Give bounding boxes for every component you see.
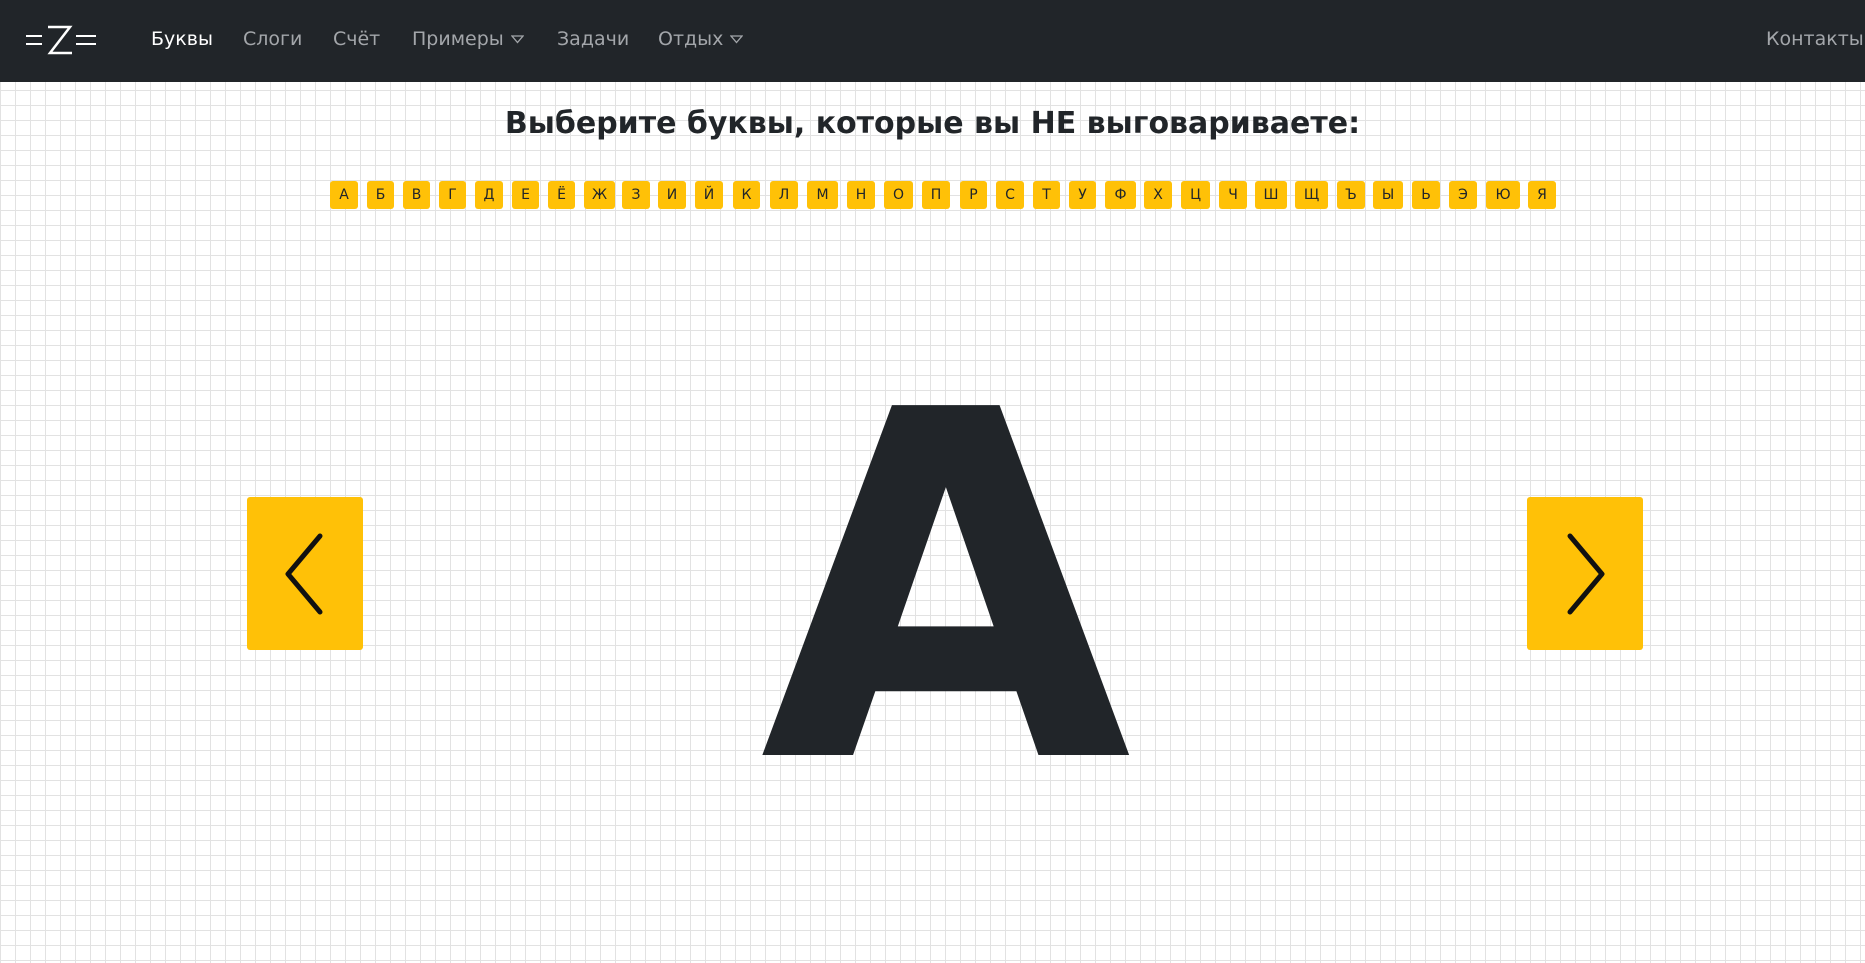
prev-letter-button[interactable] xyxy=(247,497,363,650)
letter-button[interactable]: А xyxy=(330,181,358,209)
caret-down-icon xyxy=(730,35,744,44)
page-title: Выберите буквы, которые вы НЕ выговарива… xyxy=(504,106,1361,141)
nav-item-otdykh[interactable]: Отдых xyxy=(658,28,744,50)
letter-button[interactable]: О xyxy=(884,181,913,209)
nav-item-label: Счёт xyxy=(333,28,381,50)
nav-item-label: Отдых xyxy=(658,28,724,50)
nav-item-zadachi[interactable]: Задачи xyxy=(557,28,629,50)
letter-button[interactable]: Н xyxy=(847,181,875,209)
nav-item-label: Слоги xyxy=(243,28,303,50)
nav-item-label: Буквы xyxy=(151,28,213,50)
nav-item-label: Примеры xyxy=(412,28,504,50)
nav-item-bukvy[interactable]: Буквы xyxy=(151,28,213,50)
nav-item-slogi[interactable]: Слоги xyxy=(243,28,302,50)
letter-button[interactable]: В xyxy=(403,181,430,209)
letter-button[interactable]: Ь xyxy=(1412,181,1440,209)
letter-button[interactable]: Ч xyxy=(1219,181,1247,209)
letter-button[interactable]: Ъ xyxy=(1337,181,1365,209)
letter-button[interactable]: Щ xyxy=(1295,181,1328,209)
letter-button[interactable]: Ы xyxy=(1373,181,1403,209)
nav-item-label: Задачи xyxy=(557,28,630,50)
letter-button[interactable]: Р xyxy=(960,181,987,209)
letter-button[interactable]: Й xyxy=(695,181,723,209)
chevron-left-icon xyxy=(285,533,323,614)
letter-button[interactable]: Я xyxy=(1528,181,1556,209)
letter-button[interactable]: Г xyxy=(439,181,466,209)
letter-button[interactable]: М xyxy=(807,181,838,209)
letter-button[interactable]: П xyxy=(922,181,950,209)
letter-button[interactable]: Д xyxy=(475,181,503,209)
letter-button[interactable]: Х xyxy=(1144,181,1172,209)
letter-button[interactable]: З xyxy=(622,181,650,209)
current-letter: А xyxy=(760,310,1132,869)
letter-button[interactable]: С xyxy=(996,181,1024,209)
letter-button[interactable]: Ц xyxy=(1181,181,1210,209)
nav-item-kontakty[interactable]: Контакты xyxy=(1766,28,1864,50)
letter-button[interactable]: Ё xyxy=(548,181,575,209)
letter-button[interactable]: Ф xyxy=(1105,181,1136,209)
letter-button[interactable]: Ж xyxy=(584,181,615,209)
letter-button[interactable]: Т xyxy=(1033,181,1060,209)
letter-selector: А Б В Г Д Е Ё Ж З И Й К Л М Н О П Р С Т … xyxy=(330,181,1560,209)
caret-down-icon xyxy=(510,35,524,44)
letter-button[interactable]: Б xyxy=(367,181,394,209)
chevron-right-icon xyxy=(1567,533,1605,614)
letter-button[interactable]: Л xyxy=(770,181,798,209)
nav-item-label: Контакты xyxy=(1766,28,1864,50)
navbar: Буквы Слоги Счёт Примеры Задачи Отдых Ко… xyxy=(0,0,1865,82)
logo-icon[interactable] xyxy=(24,20,98,60)
nav-item-primery[interactable]: Примеры xyxy=(412,28,524,50)
letter-button[interactable]: Е xyxy=(512,181,539,209)
letter-button[interactable]: У xyxy=(1069,181,1096,209)
letter-button[interactable]: К xyxy=(733,181,760,209)
letter-button[interactable]: И xyxy=(658,181,686,209)
nav-item-schet[interactable]: Счёт xyxy=(333,28,380,50)
letter-button[interactable]: Ш xyxy=(1255,181,1287,209)
letter-button[interactable]: Э xyxy=(1449,181,1477,209)
next-letter-button[interactable] xyxy=(1527,497,1643,650)
letter-button[interactable]: Ю xyxy=(1486,181,1520,209)
